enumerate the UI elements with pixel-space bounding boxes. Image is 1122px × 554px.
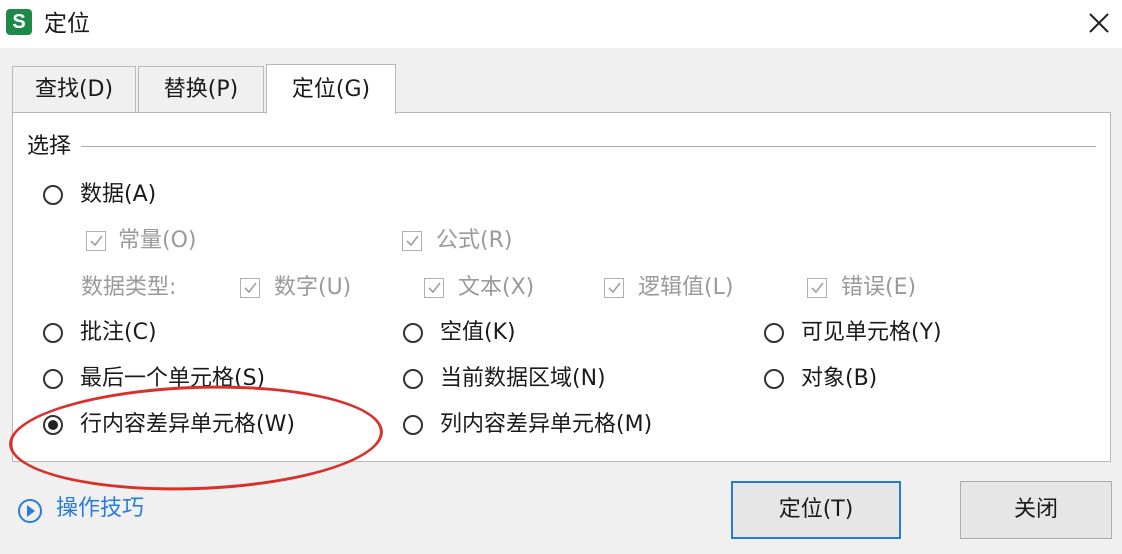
blank-radio[interactable] (403, 323, 423, 343)
play-circle-icon[interactable] (18, 499, 42, 523)
tips-link[interactable]: 操作技巧 (56, 494, 144, 524)
row-diff-radio[interactable] (43, 415, 63, 435)
close-icon[interactable] (1084, 8, 1114, 38)
comment-label: 批注(C) (80, 320, 157, 345)
window-title: 定位 (44, 11, 90, 37)
objects-radio[interactable] (764, 369, 784, 389)
app-icon: S (6, 9, 32, 35)
blank-label: 空值(K) (440, 320, 516, 345)
logical-label: 逻辑值(L) (638, 275, 734, 300)
title-bar: S 定位 (0, 0, 1122, 48)
visible-cells-label: 可见单元格(Y) (801, 320, 942, 345)
formula-label: 公式(R) (436, 228, 513, 253)
text-checkbox[interactable] (424, 278, 444, 298)
col-diff-radio[interactable] (403, 415, 423, 435)
current-region-label: 当前数据区域(N) (440, 366, 606, 391)
goto-button[interactable]: 定位(T) (731, 481, 901, 539)
last-cell-label: 最后一个单元格(S) (80, 366, 266, 391)
close-button[interactable]: 关闭 (960, 481, 1112, 539)
current-region-radio[interactable] (403, 369, 423, 389)
row-diff-label: 行内容差异单元格(W) (80, 412, 295, 437)
tab-find[interactable]: 查找(D) (12, 66, 136, 112)
logical-checkbox[interactable] (604, 278, 624, 298)
comment-radio[interactable] (43, 323, 63, 343)
constant-checkbox[interactable] (86, 231, 106, 251)
data-label: 数据(A) (80, 182, 157, 207)
number-checkbox[interactable] (240, 278, 260, 298)
visible-cells-radio[interactable] (764, 323, 784, 343)
section-divider (81, 146, 1096, 147)
tab-replace[interactable]: 替换(P) (138, 66, 264, 112)
constant-label: 常量(O) (118, 228, 197, 253)
section-label: 选择 (27, 133, 78, 161)
col-diff-label: 列内容差异单元格(M) (440, 412, 653, 437)
error-label: 错误(E) (841, 275, 917, 300)
data-radio[interactable] (43, 185, 63, 205)
data-type-label: 数据类型: (81, 275, 177, 300)
last-cell-radio[interactable] (43, 369, 63, 389)
text-label: 文本(X) (458, 275, 535, 300)
formula-checkbox[interactable] (402, 231, 422, 251)
goto-panel: 选择 数据(A) 常量(O) 公式(R) 数据类型: 数字(U) 文本(X) 逻… (12, 112, 1111, 462)
objects-label: 对象(B) (801, 366, 878, 391)
tab-goto[interactable]: 定位(G) (266, 64, 396, 114)
number-label: 数字(U) (274, 275, 352, 300)
error-checkbox[interactable] (807, 278, 827, 298)
